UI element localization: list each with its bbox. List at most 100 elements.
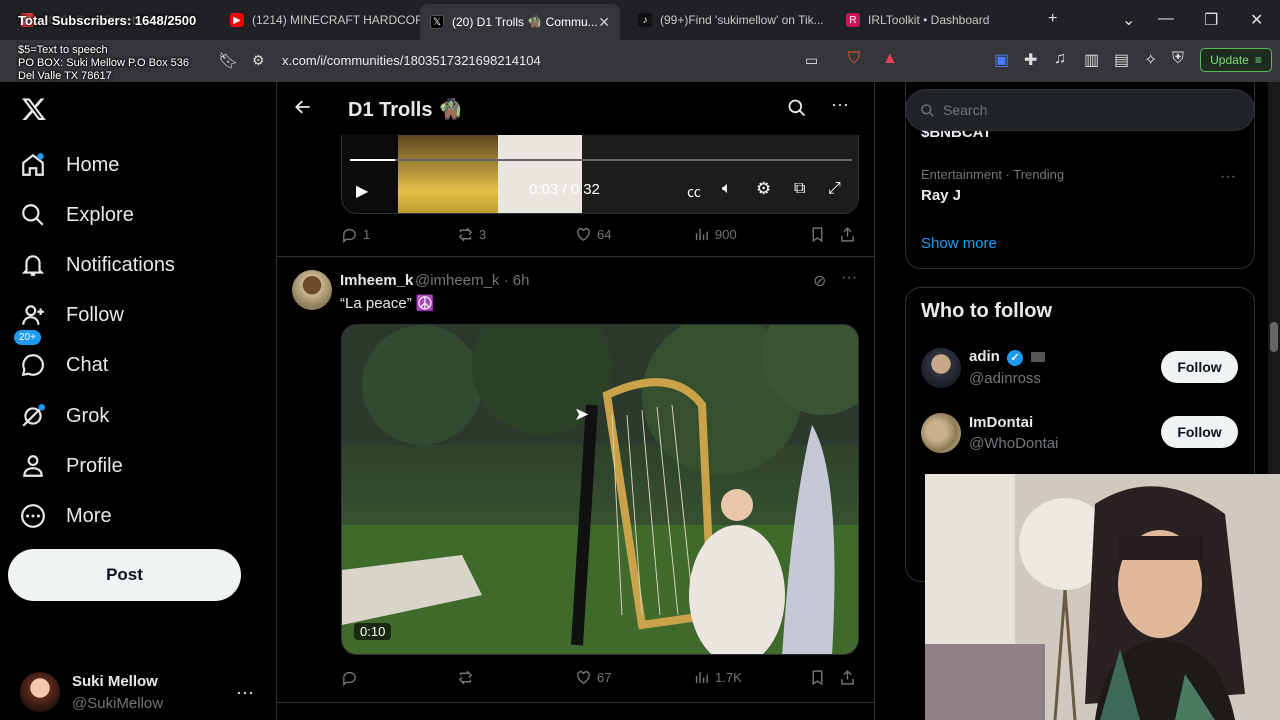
nav-grok[interactable]: Grok bbox=[20, 398, 109, 434]
nav-explore[interactable]: Explore bbox=[20, 197, 134, 233]
account-menu-icon[interactable]: ··· bbox=[236, 682, 254, 703]
grok-icon[interactable]: ⊘ bbox=[813, 271, 826, 291]
picture-in-picture-icon[interactable]: ⧉ bbox=[794, 180, 805, 198]
repost-icon bbox=[458, 670, 473, 685]
sidebar-toggle-icon[interactable]: ▥ bbox=[1084, 50, 1099, 70]
nav-follow[interactable]: Follow bbox=[20, 297, 124, 333]
tab-search-chevron-icon[interactable]: ⌄ bbox=[1122, 10, 1135, 30]
views-button[interactable]: 1.7K bbox=[693, 669, 742, 686]
follow-button[interactable]: Follow bbox=[1161, 351, 1238, 383]
reply-button[interactable] bbox=[341, 669, 363, 686]
search-icon[interactable] bbox=[787, 98, 807, 123]
tab-label: IRLToolkit • Dashboard bbox=[868, 13, 990, 27]
post-author-handle[interactable]: @imheem_k · 6h bbox=[415, 272, 529, 289]
nav-home[interactable]: Home bbox=[20, 147, 119, 183]
nav-notifications[interactable]: Notifications bbox=[20, 247, 175, 283]
avatar[interactable] bbox=[921, 348, 961, 388]
left-navigation: Home Explore Notifications 20+ Follow Ch… bbox=[0, 82, 276, 720]
reply-button[interactable]: 1 bbox=[341, 226, 370, 243]
cast-icon[interactable]: ▭ bbox=[805, 52, 818, 69]
irltoolkit-icon: R bbox=[846, 13, 860, 27]
account-handle: @SukiMellow bbox=[72, 695, 164, 712]
affiliate-badge-icon bbox=[1031, 352, 1046, 363]
tab-label: (1214) MINECRAFT HARDCOR... bbox=[252, 13, 420, 27]
wallet-icon[interactable]: ▤ bbox=[1114, 50, 1129, 70]
vpn-shield-icon[interactable]: ⛨ bbox=[1172, 50, 1184, 68]
avatar[interactable] bbox=[20, 672, 60, 712]
x-logo-icon[interactable] bbox=[20, 96, 48, 127]
post-button[interactable]: Post bbox=[8, 549, 241, 601]
video-progress-bar[interactable] bbox=[350, 159, 852, 161]
share-button[interactable] bbox=[839, 226, 861, 243]
close-window-icon[interactable]: ✕ bbox=[1250, 10, 1263, 30]
nav-chat[interactable]: Chat bbox=[20, 347, 108, 383]
bookmark-button[interactable] bbox=[809, 669, 831, 686]
post-divider bbox=[277, 256, 874, 257]
tts-line: PO BOX: Suki Mellow P.O Box 536 bbox=[18, 57, 189, 69]
view-count: 900 bbox=[715, 227, 737, 242]
extensions-puzzle-icon[interactable]: ✚ bbox=[1024, 50, 1037, 70]
media-music-icon[interactable]: ♫ bbox=[1054, 50, 1066, 68]
avatar[interactable] bbox=[292, 270, 332, 310]
nav-profile[interactable]: Profile bbox=[20, 448, 123, 484]
page-title: D1 Trolls 🧌 bbox=[348, 99, 463, 121]
brave-rewards-icon[interactable]: ▲ bbox=[882, 50, 898, 68]
avatar[interactable] bbox=[921, 413, 961, 453]
browser-update-button[interactable]: Update ≡ bbox=[1200, 48, 1272, 72]
brave-shield-icon[interactable]: ⛉ bbox=[848, 50, 860, 68]
back-arrow-icon[interactable] bbox=[293, 97, 313, 122]
tab-label: (20) D1 Trolls 🧌 Commu... bbox=[452, 15, 598, 29]
minimize-icon[interactable]: — bbox=[1158, 10, 1174, 28]
new-tab-icon[interactable]: + bbox=[1048, 10, 1057, 28]
like-button[interactable]: 64 bbox=[575, 226, 611, 243]
nav-more[interactable]: More bbox=[20, 498, 112, 534]
like-button[interactable]: 67 bbox=[575, 669, 611, 686]
video-player[interactable]: 0:10 bbox=[341, 324, 859, 655]
volume-icon[interactable]: 🔈︎ bbox=[722, 180, 732, 198]
post-author-name[interactable]: Imheem_k bbox=[340, 272, 413, 289]
menu-icon: ≡ bbox=[1254, 53, 1262, 67]
video-player[interactable]: ▶ ㏄ 🔈︎ ⚙︎ ⧉ ⤢ bbox=[341, 134, 859, 214]
search-icon bbox=[921, 103, 934, 117]
suggestion-name[interactable]: ImDontai bbox=[969, 414, 1033, 431]
more-options-icon[interactable]: ··· bbox=[841, 269, 857, 287]
scrollbar-thumb[interactable] bbox=[1270, 322, 1278, 352]
tab-minecraft[interactable]: ▶ (1214) MINECRAFT HARDCOR... bbox=[220, 6, 420, 34]
bookmark-button[interactable] bbox=[809, 226, 831, 243]
tab-label: (99+)Find 'sukimellow' on Tik... bbox=[660, 13, 824, 27]
search-input[interactable]: Search bbox=[905, 89, 1255, 131]
suggestion-name[interactable]: adin ✓ bbox=[969, 348, 1046, 366]
share-button[interactable] bbox=[839, 669, 861, 686]
more-options-icon[interactable]: ··· bbox=[1220, 168, 1236, 186]
fullscreen-icon[interactable]: ⤢ bbox=[828, 180, 841, 198]
tiktok-icon: ♪ bbox=[638, 13, 652, 27]
nav-label: Chat bbox=[66, 353, 109, 376]
view-count: 1.7K bbox=[715, 670, 742, 685]
repost-button[interactable]: 3 bbox=[457, 226, 486, 243]
video-frame-person bbox=[398, 135, 498, 213]
stream-tts-overlay: $5=Text to speech PO BOX: Suki Mellow P.… bbox=[18, 44, 189, 83]
views-button[interactable]: 900 bbox=[693, 226, 737, 243]
show-more-link[interactable]: Show more bbox=[921, 235, 997, 252]
trend-item[interactable]: Ray J bbox=[921, 187, 961, 204]
bookmark-icon bbox=[812, 227, 823, 243]
maximize-icon[interactable]: ❐ bbox=[1204, 10, 1218, 30]
community-header: D1 Trolls 🧌 ··· bbox=[277, 82, 874, 135]
settings-gear-icon[interactable]: ⚙︎ bbox=[756, 179, 771, 199]
more-options-icon[interactable]: ··· bbox=[831, 94, 849, 115]
leo-ai-icon[interactable]: ✧ bbox=[1144, 50, 1157, 70]
tab-irltoolkit[interactable]: R IRLToolkit • Dashboard bbox=[836, 6, 1036, 34]
update-label: Update bbox=[1210, 53, 1249, 67]
play-icon[interactable]: ▶ bbox=[356, 181, 368, 201]
url-field[interactable]: x.com/i/communities/1803517321698214104 bbox=[282, 53, 541, 68]
bookmark-icon[interactable]: 🔖︎ bbox=[218, 51, 238, 71]
follow-button[interactable]: Follow bbox=[1161, 416, 1238, 448]
repost-button[interactable] bbox=[457, 669, 479, 686]
tab-tiktok[interactable]: ♪ (99+)Find 'sukimellow' on Tik... bbox=[628, 6, 828, 34]
close-tab-icon[interactable]: ✕ bbox=[598, 14, 610, 31]
site-info-icon[interactable]: ⚙︎ bbox=[252, 52, 265, 69]
captions-icon[interactable]: ㏄ bbox=[687, 182, 701, 202]
tab-d1-trolls[interactable]: 𝕏 (20) D1 Trolls 🧌 Commu... ✕ bbox=[420, 4, 620, 40]
heart-icon bbox=[577, 671, 590, 685]
extension-bitwarden-icon[interactable]: ▣ bbox=[994, 50, 1009, 70]
